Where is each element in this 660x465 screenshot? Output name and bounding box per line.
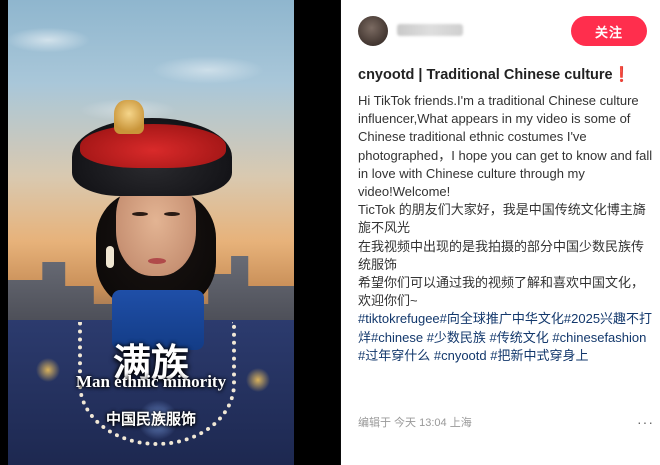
hashtag-list: #tiktokrefugee#向全球推广中华文化#2025兴趣不打烊#chine… <box>358 310 654 365</box>
hashtag-link[interactable]: #传统文化 <box>490 330 549 345</box>
video-panel: 满族 Man ethnic minority 中国民族服饰 <box>0 0 340 465</box>
post-title-text: cnyootd | Traditional Chinese culture <box>358 67 613 83</box>
post-body-chinese-2: 在我视频中出现的是我拍摄的部分中国少数民族传统服饰 <box>358 238 645 272</box>
left-eye <box>132 212 148 216</box>
post-body-chinese-3: 希望你们可以通过我的视频了解和喜欢中国文化，欢迎你们~ <box>358 275 645 309</box>
follow-button[interactable]: 关注 <box>571 16 647 46</box>
hashtag-link[interactable]: #chinesefashion <box>552 330 646 345</box>
hashtag-link[interactable]: #少数民族 <box>427 330 486 345</box>
hashtag-link[interactable]: #过年穿什么 <box>358 348 430 363</box>
post-body: Hi TikTok friends.I'm a traditional Chin… <box>358 92 654 365</box>
post-title: cnyootd | Traditional Chinese culture❗ <box>358 66 654 83</box>
post-body-chinese-1: TicTok 的朋友们大家好，我是中国传统文化博主旖旎不风光 <box>358 202 646 236</box>
right-eye <box>164 212 180 216</box>
hashtag-link[interactable]: #把新中式穿身上 <box>490 348 588 363</box>
hat-red-tassel <box>80 124 226 168</box>
hashtag-link[interactable]: #tiktokrefugee <box>358 311 440 326</box>
hashtag-link[interactable]: #chinese <box>371 330 423 345</box>
avatar[interactable] <box>358 16 388 46</box>
video-caption-english: Man ethnic minority <box>75 372 227 391</box>
left-earring <box>106 246 114 268</box>
more-options-icon[interactable]: ··· <box>637 414 654 430</box>
exclamation-icon: ❗ <box>612 67 631 83</box>
hashtag-link[interactable]: #cnyootd <box>434 348 487 363</box>
author-header: 关注 <box>341 0 660 62</box>
username-blurred[interactable] <box>397 24 463 36</box>
video-caption-subtitle: 中国民族服饰 <box>105 410 196 428</box>
post-body-english: Hi TikTok friends.I'm a traditional Chin… <box>358 93 653 200</box>
lips <box>148 258 166 264</box>
edit-timestamp: 编辑于 今天 13:04 上海 <box>358 417 472 429</box>
post-meta: 编辑于 今天 13:04 上海 ··· <box>358 414 654 430</box>
hat-crown-ornament <box>114 100 144 134</box>
hashtag-link[interactable]: #向全球推广中华文化 <box>440 311 564 326</box>
post-panel: 关注 cnyootd | Traditional Chinese culture… <box>341 0 660 465</box>
